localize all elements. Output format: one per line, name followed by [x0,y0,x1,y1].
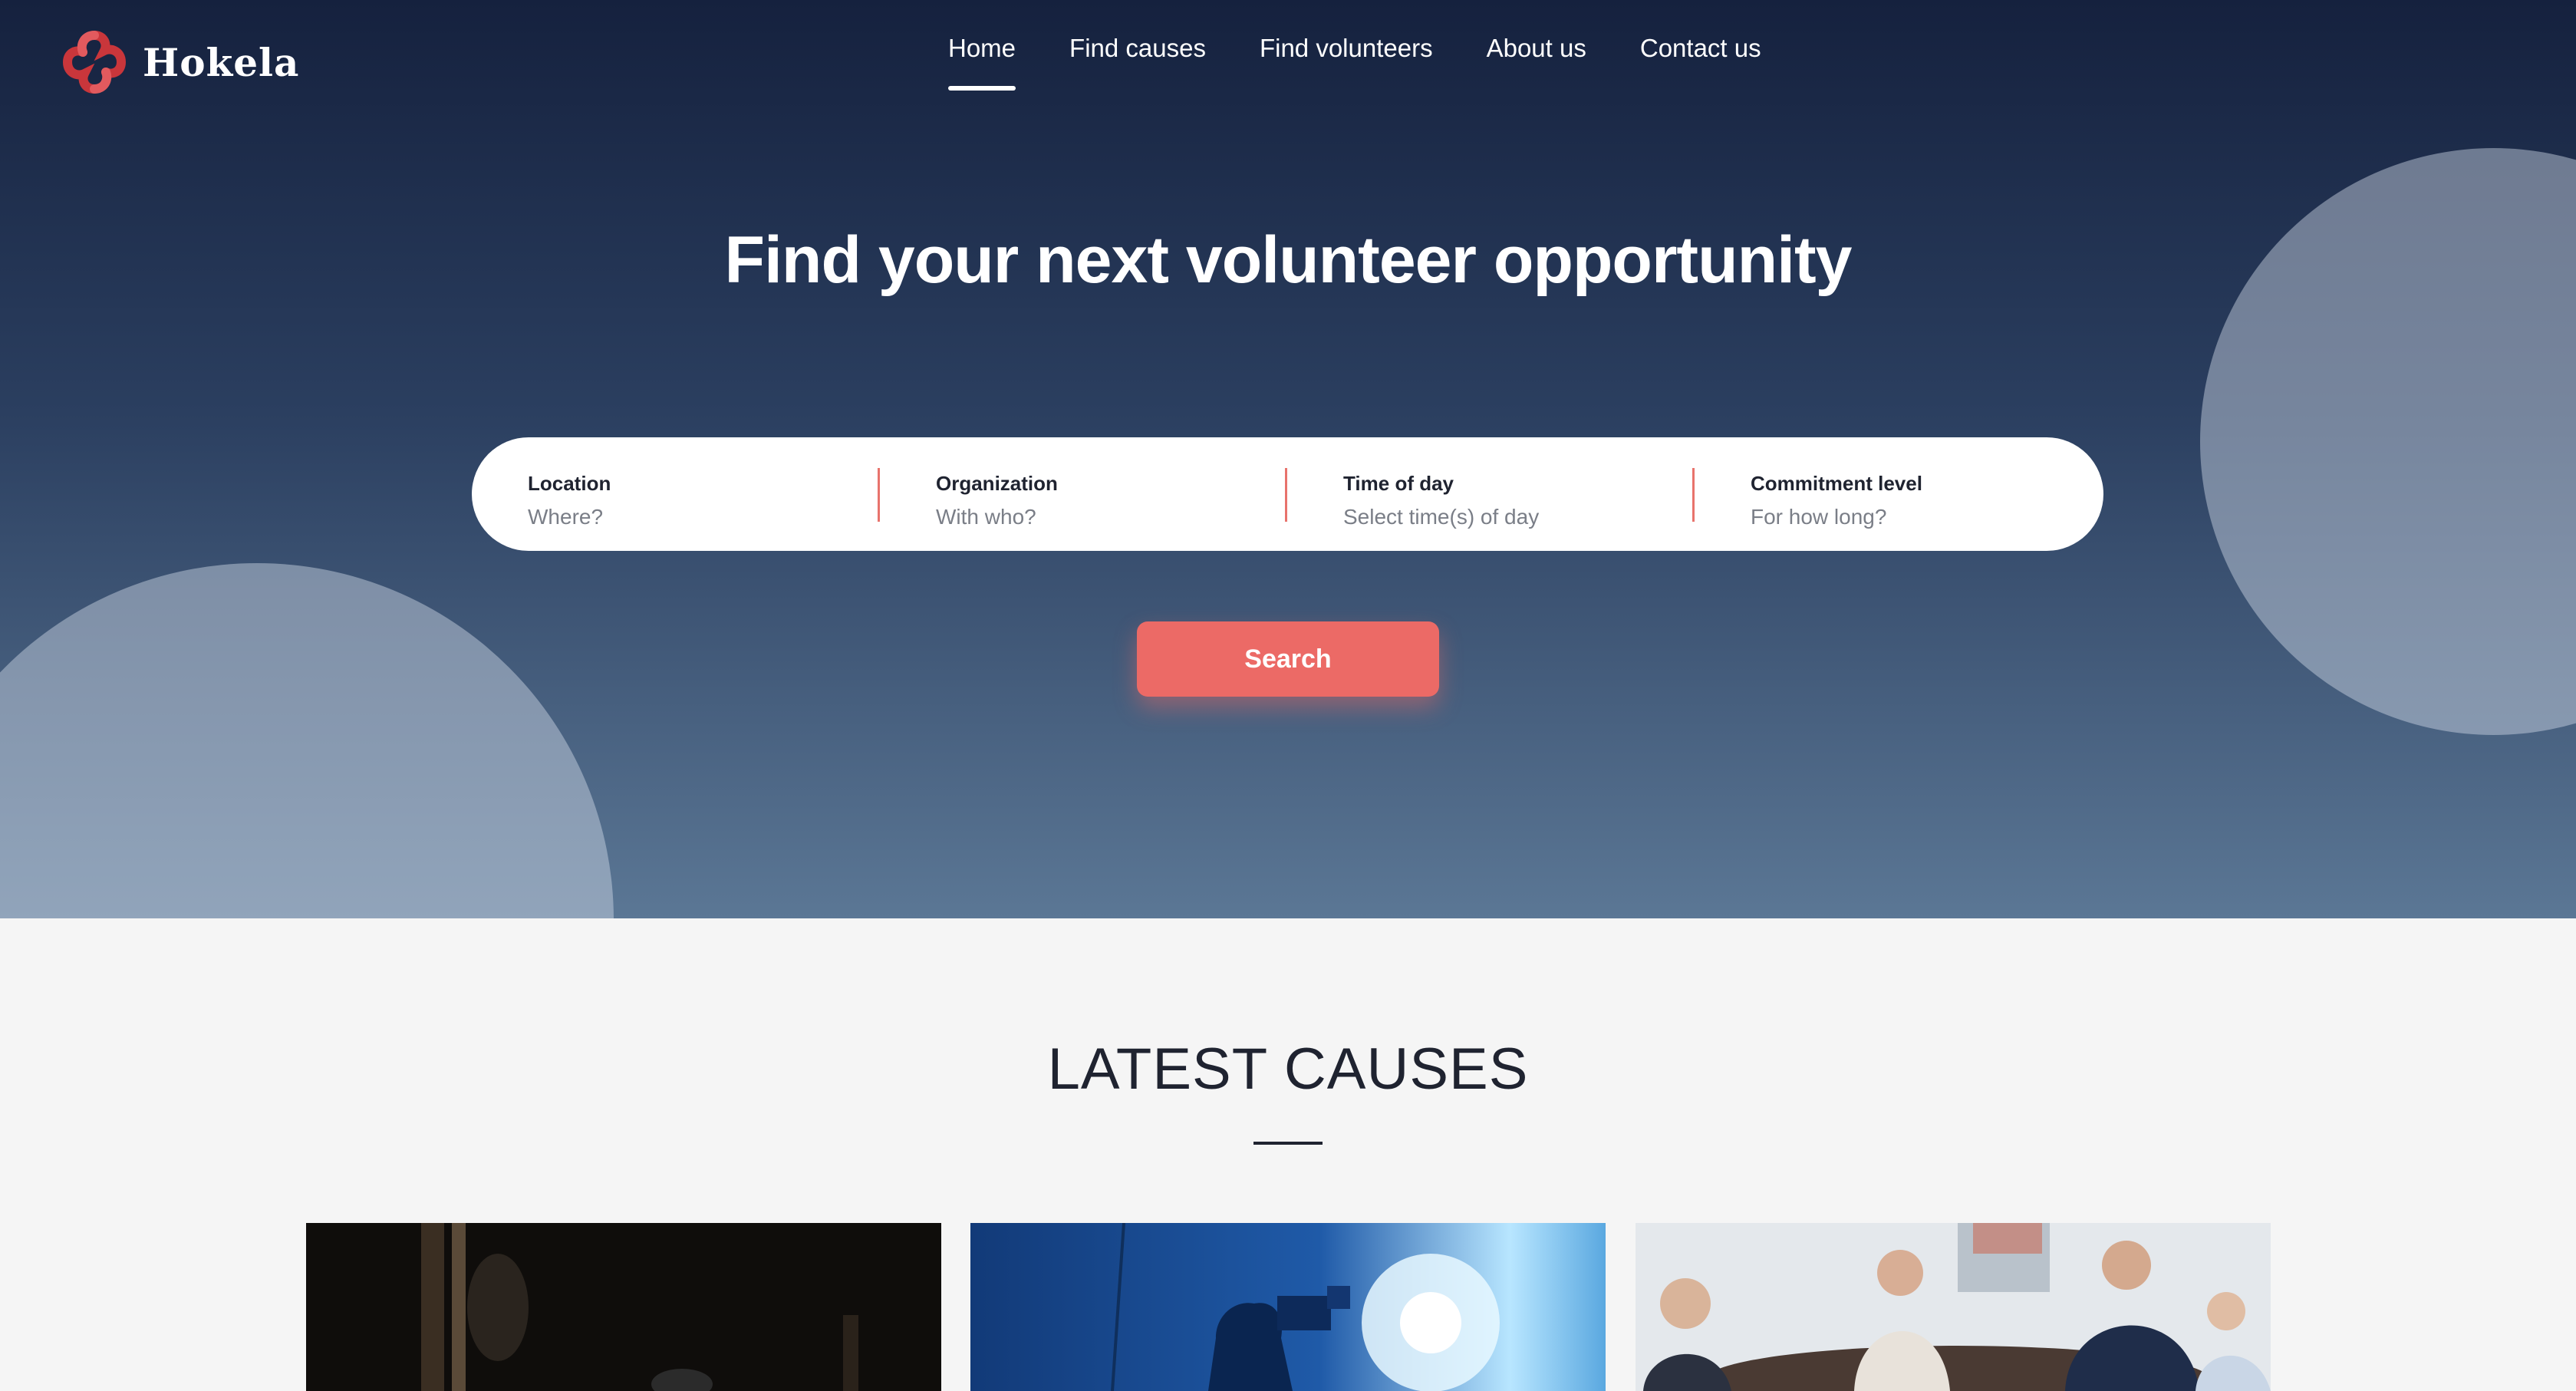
cause-card-image[interactable] [970,1223,1606,1391]
time-of-day-field[interactable]: Time of day [1287,437,1695,551]
main-nav: Home Find causes Find volunteers About u… [948,34,1815,91]
hero-section: Hokela Home Find causes Find volunteers … [0,0,2576,918]
section-divider [1253,1142,1323,1145]
camera-operator-blue-light-photo [1111,1223,1500,1391]
nav-item-find-causes[interactable]: Find causes [1069,34,1206,63]
location-field[interactable]: Location [472,437,880,551]
brand-name: Hokela [143,39,300,85]
search-bar: Location Organization Time of day Commit… [472,437,2103,551]
dark-studio-photo [306,1223,941,1391]
decorative-circle-left [0,563,614,918]
hero-title: Find your next volunteer opportunity [724,223,1853,297]
cause-card-image[interactable] [1636,1223,2271,1391]
nav-item-contact-us[interactable]: Contact us [1640,34,1761,63]
nav-item-about-us[interactable]: About us [1487,34,1586,63]
commitment-level-input[interactable] [1751,505,2057,529]
business-meeting-photo [1636,1223,2271,1391]
time-of-day-label: Time of day [1343,472,1454,495]
section-title: LATEST CAUSES [1047,1037,1529,1102]
commitment-level-field[interactable]: Commitment level [1695,437,2102,551]
brand-logo[interactable]: Hokela [60,28,299,97]
search-button[interactable]: Search [1137,621,1439,697]
commitment-level-label: Commitment level [1751,472,1922,495]
location-label: Location [528,472,611,495]
hokela-cross-logo-icon [62,31,127,94]
organization-label: Organization [936,472,1058,495]
nav-item-find-volunteers[interactable]: Find volunteers [1260,34,1433,63]
cause-card-image[interactable] [306,1223,941,1391]
time-of-day-input[interactable] [1343,505,1650,529]
organization-input[interactable] [936,505,1243,529]
nav-item-home[interactable]: Home [948,34,1016,91]
organization-field[interactable]: Organization [880,437,1287,551]
location-input[interactable] [528,505,835,529]
